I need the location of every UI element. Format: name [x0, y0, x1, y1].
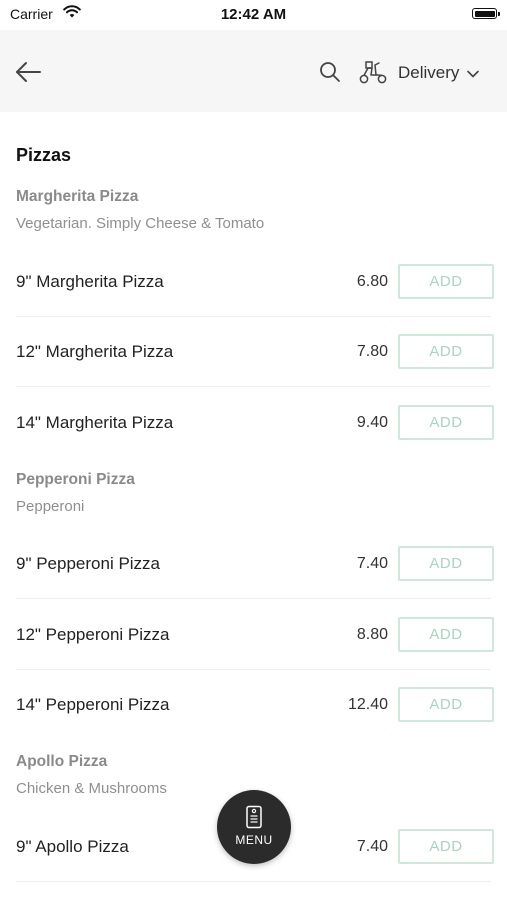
menu-item-row[interactable]: 14" Pepperoni Pizza 12.40 ADD — [16, 670, 494, 740]
delivery-mode-label: Delivery — [398, 63, 460, 82]
add-button[interactable]: ADD — [398, 405, 494, 440]
clock: 12:42 AM — [220, 6, 287, 23]
item-price: 6.80 — [356, 273, 388, 290]
menu-fab-button[interactable]: MENU — [217, 790, 291, 864]
item-price: 8.80 — [356, 626, 388, 643]
section-title: Pizzas — [16, 145, 72, 165]
menu-item-row[interactable]: 12" Margherita Pizza 7.80 ADD — [16, 317, 494, 387]
add-button[interactable]: ADD — [398, 687, 494, 722]
group-title: Apollo Pizza — [16, 753, 108, 770]
item-name: 9" Apollo Pizza — [16, 837, 129, 856]
add-button[interactable]: ADD — [398, 829, 494, 864]
item-price: 7.80 — [356, 343, 388, 360]
item-price: 12.40 — [347, 696, 388, 713]
add-button[interactable]: ADD — [398, 334, 494, 369]
item-name: 14" Pepperoni Pizza — [16, 695, 170, 714]
menu-card-icon — [245, 805, 263, 834]
group-title: Margherita Pizza — [16, 188, 139, 205]
battery-icon — [472, 8, 500, 19]
add-button[interactable]: ADD — [398, 546, 494, 581]
group-description: Pepperoni — [16, 498, 85, 515]
item-price: 9.40 — [356, 414, 388, 431]
group-description: Chicken & Mushrooms — [16, 780, 167, 797]
menu-item-row[interactable]: 14" Margherita Pizza 9.40 ADD — [16, 388, 494, 458]
nav-bar: Delivery — [0, 30, 507, 112]
search-button[interactable] — [318, 60, 342, 84]
add-button[interactable]: ADD — [398, 617, 494, 652]
add-button[interactable]: ADD — [398, 264, 494, 299]
status-bar: Carrier 12:42 AM — [0, 0, 507, 30]
item-name: 12" Margherita Pizza — [16, 342, 174, 361]
item-name: 12" Pepperoni Pizza — [16, 625, 170, 644]
divider — [16, 598, 491, 599]
back-button[interactable] — [12, 56, 44, 88]
item-name: 9" Pepperoni Pizza — [16, 554, 161, 573]
divider — [16, 386, 491, 387]
chevron-down-icon — [467, 65, 480, 83]
menu-item-row[interactable]: 9" Pepperoni Pizza 7.40 ADD — [16, 529, 494, 599]
order-mode-icon-button[interactable] — [358, 59, 388, 85]
search-icon — [320, 62, 340, 82]
delivery-mode-select[interactable]: Delivery — [398, 61, 480, 85]
arrow-left-icon — [16, 62, 41, 82]
divider — [16, 881, 491, 882]
group-description: Vegetarian. Simply Cheese & Tomato — [16, 215, 265, 232]
menu-fab-label: MENU — [235, 833, 273, 847]
item-price: 7.40 — [356, 838, 388, 855]
menu-item-row[interactable]: 12" Pepperoni Pizza 8.80 ADD — [16, 600, 494, 670]
item-name: 14" Margherita Pizza — [16, 413, 174, 432]
menu-item-row[interactable]: 9" Margherita Pizza 6.80 ADD — [16, 247, 494, 317]
item-price: 7.40 — [356, 555, 388, 572]
item-name: 9" Margherita Pizza — [16, 272, 164, 291]
group-title: Pepperoni Pizza — [16, 471, 135, 488]
scooter-icon — [359, 61, 387, 84]
